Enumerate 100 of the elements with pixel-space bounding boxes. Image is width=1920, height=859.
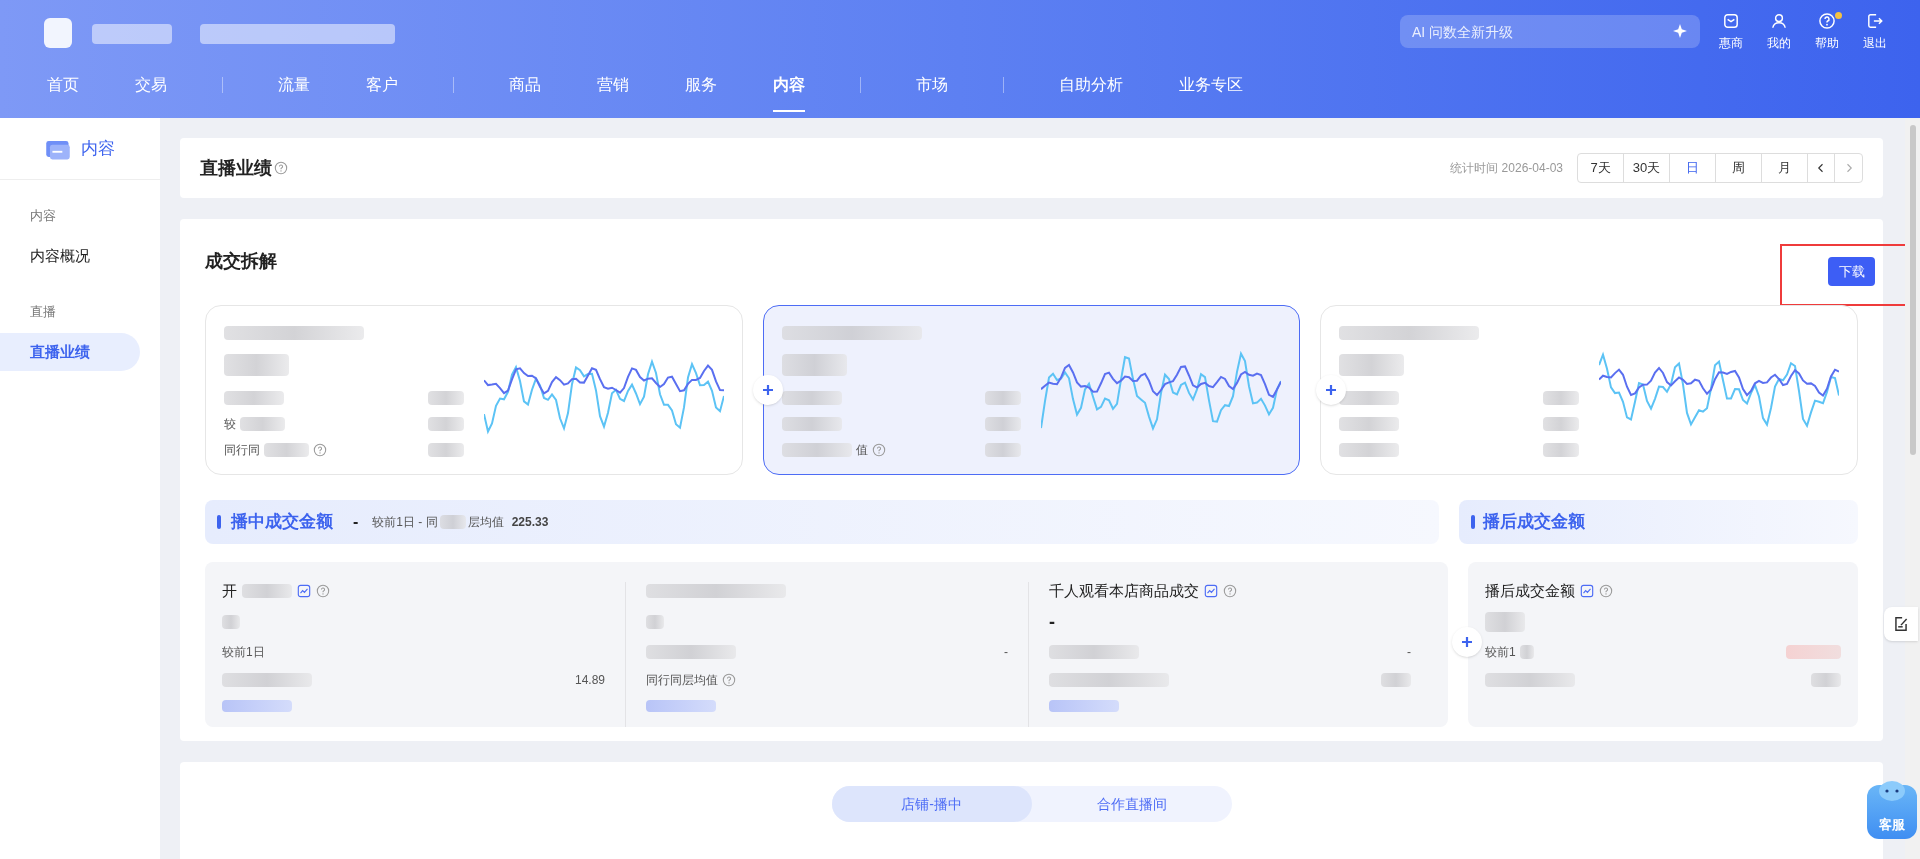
compare-value: 225.33	[511, 514, 549, 531]
section-title: 成交拆解	[205, 249, 277, 273]
compare-label: 较前1日 - 同	[372, 514, 438, 531]
toolbar-button[interactable]: 帮助	[1812, 12, 1842, 52]
help-icon	[1223, 584, 1237, 598]
blurred-text	[1339, 354, 1405, 376]
sidebar-item[interactable]: 内容概况	[0, 237, 140, 276]
nav-tab[interactable]: 服务	[685, 72, 717, 112]
sidebar-item[interactable]: 直播业绩	[0, 333, 140, 371]
metric-title: 千人观看本店商品成交	[1049, 580, 1199, 601]
nav-tab[interactable]: 内容	[773, 72, 805, 112]
compare-label: 层均值	[467, 514, 504, 531]
download-button[interactable]: 下载	[1828, 257, 1875, 286]
segment-tab[interactable]: 合作直播间	[1031, 786, 1232, 822]
blurred-text	[781, 391, 842, 405]
blurred-text	[781, 443, 852, 457]
blurred-text	[985, 443, 1022, 457]
blurred-text	[781, 354, 847, 376]
metric-title: 开	[222, 580, 237, 601]
toolbar-button[interactable]: 退出	[1860, 12, 1890, 52]
scrollbar-thumb[interactable]	[1910, 125, 1916, 455]
metric-card[interactable]: 值	[762, 305, 1301, 475]
metric-value: -	[1407, 644, 1411, 661]
blurred-text	[1339, 443, 1400, 457]
help-icon	[316, 584, 330, 598]
blurred-text	[1485, 612, 1525, 632]
period-tab[interactable]: 月	[1762, 154, 1808, 182]
plus-icon	[1316, 375, 1346, 405]
metric-value: -	[353, 512, 359, 532]
period-tab[interactable]: 7天	[1578, 154, 1624, 182]
logo-icon	[44, 18, 72, 48]
blurred-text	[1519, 645, 1534, 659]
sparkle-icon	[1672, 23, 1688, 39]
blurred-text	[427, 417, 464, 431]
nav-tab[interactable]: 商品	[509, 72, 541, 112]
metric-value: -	[1049, 610, 1055, 634]
section-title: 播中成交金额	[231, 511, 333, 534]
blurred-text	[242, 584, 292, 598]
metric-title: 播后成交金额	[1485, 580, 1575, 601]
user-icon	[1770, 12, 1788, 30]
blurred-text	[224, 391, 284, 405]
blurred-text	[427, 391, 464, 405]
segment-tab[interactable]: 店铺-播中	[831, 786, 1032, 822]
toolbar-button[interactable]: 惠商	[1716, 12, 1746, 52]
blurred-text	[264, 443, 309, 457]
nav-tab[interactable]: 交易	[135, 72, 167, 112]
blurred-text	[1381, 673, 1411, 687]
toolbar-button[interactable]: 我的	[1764, 12, 1794, 52]
note-icon	[1892, 615, 1910, 633]
metric-card[interactable]	[1320, 305, 1858, 475]
blurred-text	[427, 443, 464, 457]
blurred-text	[985, 391, 1022, 405]
metric-label: 较	[224, 416, 236, 433]
blurred-text	[222, 615, 240, 629]
period-tab[interactable]: 日	[1670, 154, 1716, 182]
blurred-text	[1339, 417, 1400, 431]
mail-icon	[1722, 12, 1740, 30]
nav-tab[interactable]: 客户	[366, 72, 398, 112]
blurred-text	[1543, 443, 1579, 457]
blurred-text	[224, 354, 289, 376]
help-icon	[1818, 12, 1836, 30]
metric-card[interactable]: 较 同行同	[205, 305, 743, 475]
blurred-text	[1543, 391, 1579, 405]
metric-label: 同行同	[224, 442, 260, 459]
section-heading: 内容	[29, 207, 57, 225]
feedback-button[interactable]	[1884, 607, 1918, 641]
mascot-icon	[1877, 779, 1907, 803]
metric-value: -	[1004, 644, 1008, 661]
nav-tab[interactable]: 自助分析	[1059, 72, 1123, 112]
blurred-text	[1339, 391, 1400, 405]
section-title: 直播业绩	[200, 156, 272, 180]
nav-tab[interactable]: 业务专区	[1179, 72, 1243, 112]
nav-tab[interactable]: 市场	[916, 72, 948, 112]
metric-label: 值	[855, 442, 868, 459]
section-title: 播后成交金额	[1482, 511, 1585, 534]
sidebar-title: 内容	[81, 137, 115, 160]
blurred-text	[646, 615, 664, 629]
help-icon	[1599, 584, 1613, 598]
stat-time: 统计时间 2026-04-03	[1450, 160, 1563, 177]
trend-icon	[1580, 584, 1594, 598]
metric-value: 14.89	[574, 672, 605, 689]
plus-icon	[753, 375, 783, 405]
period-tab[interactable]: 30天	[1624, 154, 1670, 182]
period-tab[interactable]: 周	[1716, 154, 1762, 182]
nav-tab[interactable]: 首页	[47, 72, 79, 112]
help-icon	[274, 161, 288, 175]
blurred-text	[439, 515, 466, 529]
metric-label: 同行同层均值	[646, 672, 718, 689]
blurred-text	[240, 417, 285, 431]
nav-tab[interactable]: 流量	[278, 72, 310, 112]
logout-icon	[1866, 12, 1884, 30]
blurred-text	[1811, 673, 1841, 687]
blurred-text	[985, 417, 1022, 431]
blurred-text	[1786, 645, 1841, 659]
blurred-text	[1543, 417, 1579, 431]
blurred-text	[781, 417, 842, 431]
nav-tab[interactable]: 营销	[597, 72, 629, 112]
metric-label: 较前1	[1485, 644, 1516, 661]
section-heading: 直播	[29, 302, 57, 321]
metric-label: 较前1日	[222, 644, 265, 661]
